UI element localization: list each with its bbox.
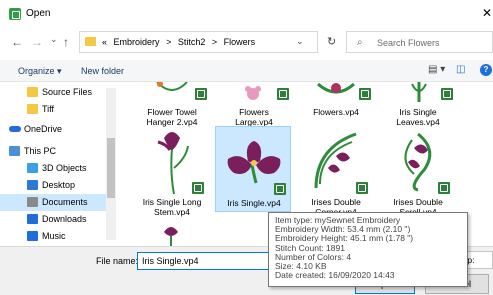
file-name-line2: Leaves.vp4	[396, 117, 440, 127]
sidebar-item-documents[interactable]: Documents	[0, 194, 110, 211]
file-name: Iris Single Long	[142, 197, 202, 207]
file-name: Flowers	[239, 107, 269, 117]
download-icon	[27, 214, 38, 224]
file-name-label: File name:	[96, 256, 139, 266]
embroidery-preview-icon	[164, 227, 178, 246]
breadcrumb-separator: >	[166, 37, 172, 47]
file-name: Irises Double	[311, 197, 361, 207]
search-placeholder: Search Flowers	[377, 38, 440, 48]
file-name: Irises Double	[393, 197, 443, 207]
window-title: Open	[26, 8, 51, 19]
file-name-line2: Stem.vp4	[154, 207, 190, 217]
refresh-icon[interactable]: ↻	[327, 35, 336, 48]
command-bar: Organize ▾ New folder ▤ ▾ ◫ ?	[0, 60, 493, 82]
breadcrumb: « Embroidery > Stitch2 > Flowers	[102, 37, 259, 47]
embroidery-preview-icon	[317, 82, 355, 94]
title-bar: Open ✕	[0, 0, 493, 27]
app-badge-icon	[277, 88, 289, 100]
sidebar-item-label: This PC	[24, 146, 57, 156]
file-info-tooltip: Item type: mySewnet Embroidery Embroider…	[268, 212, 468, 287]
cube-icon	[27, 163, 38, 173]
file-name-line2: Hanger 2.vp4	[146, 117, 198, 127]
file-item-iris-single-leaves[interactable]: Iris Single Leaves.vp4	[378, 82, 458, 132]
close-icon[interactable]: ✕	[482, 6, 492, 20]
embroidery-preview-icon	[245, 86, 261, 100]
app-icon	[9, 8, 21, 20]
app-badge-icon	[274, 183, 286, 195]
sidebar-item-label: Documents	[42, 197, 88, 207]
sidebar-item-desktop[interactable]: Desktop	[0, 177, 110, 194]
folder-icon	[27, 87, 38, 97]
address-bar[interactable]: « Embroidery > Stitch2 > Flowers	[79, 31, 318, 53]
sidebar-scrollbar-thumb[interactable]	[107, 138, 115, 198]
sidebar-item-tiff[interactable]: Tiff	[0, 101, 110, 118]
tooltip-date: Date created: 16/09/2020 14:43	[275, 270, 395, 281]
sidebar-item-label: 3D Objects	[42, 163, 87, 173]
file-item-flower-towel-hanger[interactable]: Flower Towel Hanger 2.vp4	[132, 82, 212, 132]
help-icon[interactable]: ?	[480, 64, 492, 76]
app-badge-icon	[195, 88, 207, 100]
sidebar-item-onedrive[interactable]: OneDrive	[0, 121, 110, 138]
sidebar-item-label: Source Files	[42, 87, 93, 97]
sidebar-item-label: Downloads	[42, 214, 87, 224]
file-item-irises-double-corner[interactable]: Irises Double Corner.vp4	[296, 128, 376, 217]
desktop-icon	[27, 180, 38, 190]
sidebar-item-3d-objects[interactable]: 3D Objects	[0, 160, 110, 177]
breadcrumb-flowers[interactable]: Flowers	[224, 37, 256, 47]
back-icon[interactable]: ←	[11, 36, 23, 48]
file-item-irises-double-scroll[interactable]: Irises Double Scroll.vp4	[378, 128, 458, 217]
breadcrumb-separator: >	[211, 37, 218, 47]
forward-icon[interactable]: →	[31, 36, 43, 48]
sidebar-item-downloads[interactable]: Downloads	[0, 211, 110, 228]
embroidery-preview-icon	[404, 132, 432, 192]
documents-icon	[27, 197, 38, 207]
cloud-icon	[9, 126, 21, 132]
embroidery-preview-icon	[157, 132, 189, 194]
view-options-icon[interactable]: ▤ ▾	[428, 64, 445, 75]
file-name: Iris Single	[399, 107, 437, 117]
search-icon: ⌕	[357, 37, 363, 48]
file-item-flowers[interactable]: Flowers.vp4	[296, 82, 376, 132]
breadcrumb-stitch2[interactable]: Stitch2	[178, 37, 206, 47]
new-folder-button[interactable]: New folder	[81, 66, 124, 76]
address-dropdown-icon[interactable]: ⌄	[296, 36, 304, 47]
computer-icon	[9, 146, 20, 156]
embroidery-preview-icon	[156, 82, 188, 91]
app-badge-icon	[359, 88, 371, 100]
sidebar-item-label: Music	[42, 231, 66, 241]
breadcrumb-embroidery[interactable]: Embroidery	[114, 37, 160, 47]
file-name: Flowers.vp4	[313, 107, 359, 117]
preview-pane-icon[interactable]: ◫	[456, 64, 465, 75]
app-badge-icon	[192, 182, 204, 194]
file-item-flowers-large[interactable]: Flowers Large.vp4	[214, 82, 294, 132]
file-item-partial[interactable]	[132, 220, 212, 246]
app-badge-icon	[356, 182, 368, 194]
file-item-iris-single[interactable]: Iris Single.vp4	[215, 126, 291, 212]
sidebar-item-source-files[interactable]: Source Files	[0, 84, 110, 101]
file-name: Iris Single.vp4	[227, 198, 281, 208]
embroidery-preview-icon	[314, 132, 357, 189]
file-name: Flower Towel	[147, 107, 197, 117]
app-badge-icon	[438, 182, 450, 194]
app-badge-icon	[441, 88, 453, 100]
organize-button[interactable]: Organize ▾	[18, 66, 62, 77]
sidebar-item-label: Tiff	[42, 104, 55, 114]
recent-locations-icon[interactable]: ⌄	[50, 33, 58, 45]
sidebar-item-label: OneDrive	[24, 124, 63, 134]
folder-icon	[85, 37, 96, 46]
folder-icon	[27, 104, 38, 114]
navigation-pane: Source Files Tiff OneDrive This PC 3D Ob…	[0, 82, 116, 246]
embroidery-preview-icon	[227, 141, 281, 184]
music-icon	[27, 231, 38, 241]
sidebar-item-label: Desktop	[42, 180, 76, 190]
breadcrumb-overflow[interactable]: «	[102, 37, 107, 47]
search-box[interactable]: ⌕ Search Flowers	[346, 31, 493, 53]
sidebar-item-music[interactable]: Music	[0, 228, 110, 245]
embroidery-preview-icon	[411, 82, 427, 102]
sidebar-item-this-pc[interactable]: This PC	[0, 143, 110, 160]
file-item-iris-single-long-stem[interactable]: Iris Single Long Stem.vp4	[132, 128, 212, 217]
up-icon[interactable]: ↑	[63, 36, 69, 48]
